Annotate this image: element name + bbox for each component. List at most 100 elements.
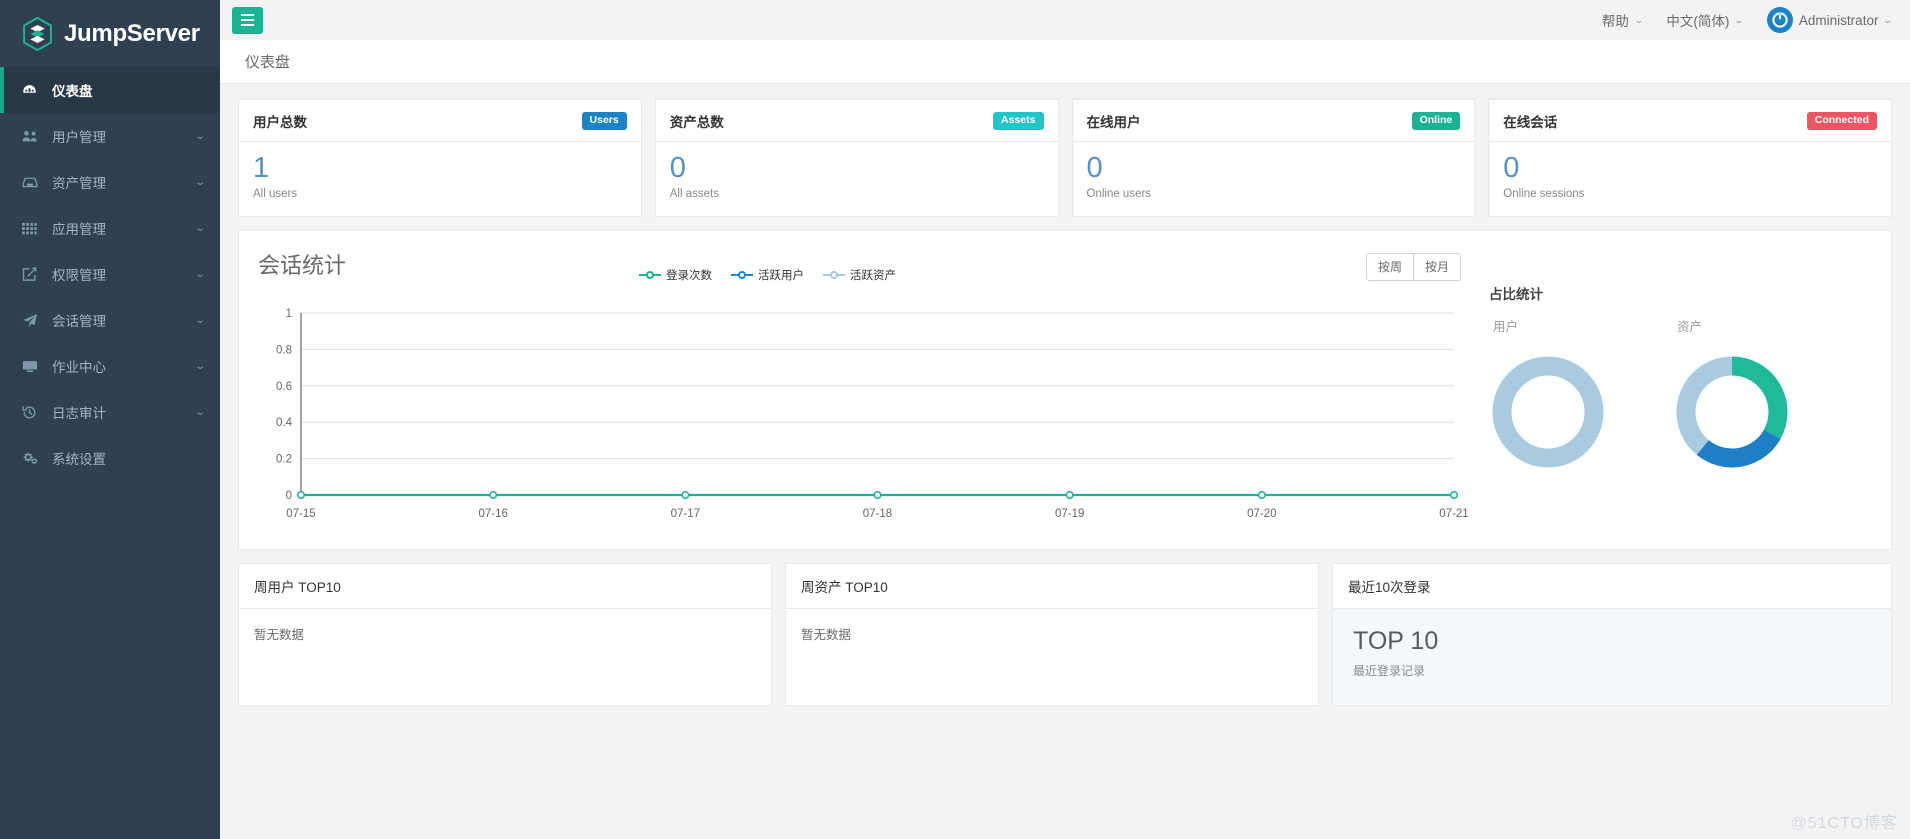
donut-assets: 资产 (1667, 316, 1817, 477)
status-badge: Online (1411, 112, 1461, 130)
panel-weekly-users-top10: 周用户 TOP10 暂无数据 (238, 563, 772, 707)
sidebar-nav: 仪表盘 用户管理 ⌄ 资产管理 ⌄ 应用管理 ⌄ 权限管理 ⌄ 会话管理 ⌄ 作… (0, 67, 220, 839)
legend-label: 登录次数 (666, 270, 712, 283)
stat-card-header: 资产总数 Assets (655, 100, 1058, 142)
hamburger-bar (241, 19, 254, 21)
stat-card-header: 在线会话 Connected (1489, 100, 1891, 142)
legend-label: 活跃用户 (758, 270, 804, 283)
desktop-icon (22, 360, 42, 373)
inbox-icon (22, 176, 42, 189)
legend-marker-icon (823, 271, 845, 280)
help-menu[interactable]: 帮助 ⌄ (1602, 10, 1644, 30)
donut-users-chart (1492, 356, 1604, 468)
donut-group: 用户 资产 (1479, 316, 1817, 477)
bottom-panels-row: 周用户 TOP10 暂无数据 周资产 TOP10 暂无数据 最近10次登录 TO… (238, 563, 1892, 707)
brand-name: JumpServer (64, 19, 200, 47)
chevron-down-icon: ⌄ (194, 406, 206, 418)
hamburger-bar (241, 24, 254, 26)
stat-card-title: 用户总数 (253, 115, 307, 130)
hamburger-icon[interactable] (232, 6, 263, 34)
status-badge: Assets (993, 112, 1044, 130)
stat-card-value: 0 (1086, 152, 1103, 184)
stat-card-body: 0 Online users (1073, 142, 1475, 216)
panel-weekly-assets-top10: 周资产 TOP10 暂无数据 (785, 563, 1319, 707)
proportion-title: 占比统计 (1489, 287, 1543, 303)
recent-login-heading: TOP 10 (1353, 627, 1439, 656)
sidebar-item-job-center[interactable]: 作业中心 ⌄ (0, 343, 220, 389)
legend-marker-icon (639, 271, 661, 280)
proportion-statistics: 占比统计 用户 资产 (1479, 231, 1891, 549)
user-menu[interactable]: Administrator ⌄ (1766, 7, 1894, 33)
history-icon (22, 405, 42, 420)
sidebar-item-application-management[interactable]: 应用管理 ⌄ (0, 205, 220, 251)
chevron-down-icon: ⌄ (194, 314, 206, 326)
stat-card-body: 0 Online sessions (1489, 142, 1891, 216)
stat-card-value: 1 (253, 152, 270, 184)
stat-card-body: 0 All assets (656, 142, 1058, 216)
content: 用户总数 Users 1 All users 资产总数 Assets 0 All… (220, 84, 1910, 839)
brand[interactable]: JumpServer (0, 0, 220, 67)
panel-body: TOP 10 最近登录记录 (1333, 609, 1891, 706)
page-title: 仪表盘 (245, 54, 291, 71)
sidebar-item-label: 仪表盘 (52, 84, 93, 99)
panel-recent-logins: 最近10次登录 TOP 10 最近登录记录 (1332, 563, 1892, 707)
users-icon (22, 129, 42, 143)
stat-card-title: 在线用户 (1086, 115, 1141, 130)
sidebar-item-dashboard[interactable]: 仪表盘 (0, 67, 220, 113)
stat-card-body: 1 All users (239, 142, 641, 216)
panel-title: 周用户 TOP10 (239, 564, 771, 610)
stat-card-subtitle: Online sessions (1503, 188, 1585, 201)
sidebar-item-label: 权限管理 (52, 268, 106, 283)
sidebar-item-label: 作业中心 (52, 360, 106, 375)
stat-cards-row: 用户总数 Users 1 All users 资产总数 Assets 0 All… (238, 98, 1892, 218)
breadcrumb: 仪表盘 (220, 40, 1910, 84)
recent-login-subtitle: 最近登录记录 (1353, 664, 1426, 679)
svg-text:07-15: 07-15 (286, 508, 315, 520)
svg-text:0: 0 (286, 490, 292, 502)
main-area: 帮助 ⌄ 中文(简体) ⌄ Administrator ⌄ 仪表盘 用户总数 U… (220, 0, 1910, 839)
svg-text:0.4: 0.4 (276, 418, 293, 430)
sidebar-item-label: 应用管理 (52, 222, 106, 237)
chevron-down-icon: ⌄ (194, 360, 206, 372)
stat-card-header: 在线用户 Online (1072, 100, 1475, 142)
sidebar-item-label: 日志审计 (52, 406, 106, 421)
svg-text:07-21: 07-21 (1439, 508, 1468, 520)
chevron-down-icon: ⌄ (194, 130, 206, 142)
svg-text:0.8: 0.8 (276, 345, 292, 357)
legend-marker-icon (731, 271, 753, 280)
topbar: 帮助 ⌄ 中文(简体) ⌄ Administrator ⌄ (220, 0, 1910, 40)
power-avatar-icon (1766, 7, 1793, 33)
chevron-down-icon: ⌄ (194, 176, 206, 188)
panel-title: 周资产 TOP10 (786, 564, 1318, 610)
svg-text:1: 1 (286, 308, 292, 320)
range-button-month[interactable]: 按月 (1413, 253, 1461, 282)
sidebar-item-label: 用户管理 (52, 130, 106, 145)
legend-item[interactable]: 登录次数 (639, 267, 712, 283)
stat-card-total-assets: 资产总数 Assets 0 All assets (654, 98, 1059, 218)
stat-card-online-sessions: 在线会话 Connected 0 Online sessions (1488, 98, 1892, 218)
sidebar-item-log-audit[interactable]: 日志审计 ⌄ (0, 389, 220, 435)
session-chart-title: 会话统计 (258, 253, 347, 279)
app-root: JumpServer 仪表盘 用户管理 ⌄ 资产管理 ⌄ 应用管理 ⌄ 权限管理… (0, 0, 1910, 839)
sidebar-item-label: 会话管理 (52, 314, 106, 329)
donut-assets-chart (1676, 356, 1788, 468)
stat-card-subtitle: Online users (1086, 188, 1152, 201)
svg-text:07-19: 07-19 (1055, 508, 1084, 520)
sidebar-item-user-management[interactable]: 用户管理 ⌄ (0, 113, 220, 159)
range-button-week[interactable]: 按周 (1365, 253, 1414, 282)
chart-legend: 登录次数 活跃用户 活跃资产 (639, 267, 896, 283)
sidebar-item-session-management[interactable]: 会话管理 ⌄ (0, 297, 220, 343)
donut-label: 资产 (1677, 320, 1703, 335)
chevron-down-icon: ⌄ (1733, 14, 1745, 25)
sidebar-item-asset-management[interactable]: 资产管理 ⌄ (0, 159, 220, 205)
legend-item[interactable]: 活跃资产 (823, 267, 896, 283)
sidebar: JumpServer 仪表盘 用户管理 ⌄ 资产管理 ⌄ 应用管理 ⌄ 权限管理… (0, 0, 220, 839)
language-menu[interactable]: 中文(简体) ⌄ (1666, 10, 1745, 30)
sidebar-item-permission-management[interactable]: 权限管理 ⌄ (0, 251, 220, 297)
svg-text:07-18: 07-18 (863, 508, 892, 520)
legend-item[interactable]: 活跃用户 (731, 267, 804, 283)
status-badge: Connected (1806, 112, 1877, 130)
chevron-down-icon: ⌄ (194, 222, 206, 234)
stat-card-total-users: 用户总数 Users 1 All users (238, 98, 642, 218)
sidebar-item-system-settings[interactable]: 系统设置 (0, 435, 220, 481)
